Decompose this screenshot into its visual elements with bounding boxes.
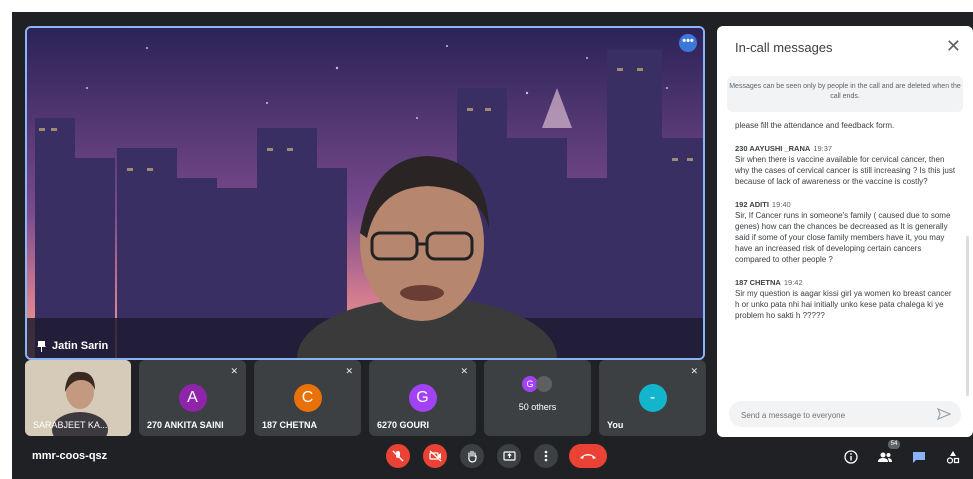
speaker-name: Jatin Sarin xyxy=(52,340,109,352)
meeting-code: mmr-coos-qsz xyxy=(32,450,108,462)
self-tile[interactable]: ✕ - You xyxy=(599,360,706,436)
avatar: - xyxy=(638,384,667,412)
meeting-info-button[interactable] xyxy=(842,448,860,466)
camera-toggle-button[interactable] xyxy=(423,444,447,468)
mic-off-icon: ✕ xyxy=(345,366,353,376)
others-count: 50 others xyxy=(518,402,557,412)
send-icon[interactable] xyxy=(937,407,951,421)
info-icon xyxy=(844,450,858,464)
participant-tile[interactable]: ✕ G 6270 GOURI xyxy=(369,360,476,436)
videocam-off-icon xyxy=(428,450,441,462)
message-time: 19:40 xyxy=(771,200,791,209)
close-icon[interactable]: ✕ xyxy=(946,36,961,57)
tile-name: 270 ANKITA SAINI xyxy=(147,420,224,430)
mic-off-icon: ✕ xyxy=(460,366,468,376)
message-text: please fill the attendance and feedback … xyxy=(735,121,895,130)
message-text: Sir, If Cancer runs in someone's family … xyxy=(735,211,951,264)
message-list: please fill the attendance and feedback … xyxy=(735,120,957,321)
avatar: C xyxy=(293,384,322,412)
people-button[interactable] xyxy=(876,448,894,466)
avatar: G xyxy=(408,384,437,412)
people-icon xyxy=(878,452,892,462)
chat-scrollbar[interactable] xyxy=(966,236,969,396)
participant-tile[interactable]: ✕ A 270 ANKITA SAINI xyxy=(139,360,246,436)
message-time: 19:42 xyxy=(783,278,803,287)
tile-name: You xyxy=(607,420,624,430)
message-sender: 230 AAYUSHI _RANA xyxy=(735,144,811,153)
chat-button[interactable] xyxy=(910,448,928,466)
speaker-label: Jatin Sarin xyxy=(37,340,108,352)
chat-input[interactable] xyxy=(739,401,933,429)
mic-off-icon: ✕ xyxy=(690,366,698,376)
pin-icon xyxy=(37,340,46,352)
participant-tile[interactable]: ✕ C 187 CHETNA xyxy=(254,360,361,436)
more-options-button[interactable] xyxy=(534,444,558,468)
leave-call-button[interactable] xyxy=(569,444,607,468)
message-text: Sir when there is vaccine available for … xyxy=(735,155,956,186)
speaker-video xyxy=(27,28,703,358)
raise-hand-button[interactable] xyxy=(460,444,484,468)
call-end-icon xyxy=(580,454,596,459)
activities-button[interactable] xyxy=(944,448,962,466)
mic-off-icon: ✕ xyxy=(230,366,238,376)
participants-count-badge: 54 xyxy=(888,440,900,449)
mic-off-icon xyxy=(392,450,404,462)
others-tile[interactable]: G 50 others xyxy=(484,360,591,436)
more-vert-icon xyxy=(544,450,548,462)
tile-name: 187 CHETNA xyxy=(262,420,318,430)
present-button[interactable] xyxy=(497,444,521,468)
more-options-icon[interactable]: ••• xyxy=(679,34,697,52)
message-header: 192 ADITI 19:40 xyxy=(735,200,957,209)
raise-hand-icon xyxy=(468,450,477,463)
main-video-tile[interactable]: ••• Jatin Sarin xyxy=(25,26,705,360)
message-header: 230 AAYUSHI _RANA 19:37 xyxy=(735,144,957,153)
participant-tile[interactable]: SARABJEET KA... xyxy=(25,360,131,436)
message-header: 187 CHETNA 19:42 xyxy=(735,278,957,287)
message-sender: 192 ADITI xyxy=(735,200,769,209)
message-text: Sir my question is aagar kissi girl ya w… xyxy=(735,289,952,320)
chat-icon xyxy=(913,451,925,463)
chat-panel: In-call messages ✕ Messages can be seen … xyxy=(717,26,973,437)
chat-title: In-call messages xyxy=(735,40,833,55)
avatar xyxy=(536,376,552,392)
activities-icon xyxy=(946,451,960,464)
tile-name: 6270 GOURI xyxy=(377,420,430,430)
message-time: 19:37 xyxy=(813,144,833,153)
tile-name: SARABJEET KA... xyxy=(33,420,108,430)
chat-input-box xyxy=(729,401,961,429)
meet-window: ••• Jatin Sarin SARABJEET KA... ✕ A 270 … xyxy=(12,12,973,479)
chat-notice: Messages can be seen only by people in t… xyxy=(727,76,963,112)
mic-toggle-button[interactable] xyxy=(386,444,410,468)
present-icon xyxy=(502,451,516,461)
message-sender: 187 CHETNA xyxy=(735,278,781,287)
avatar: A xyxy=(178,384,207,412)
